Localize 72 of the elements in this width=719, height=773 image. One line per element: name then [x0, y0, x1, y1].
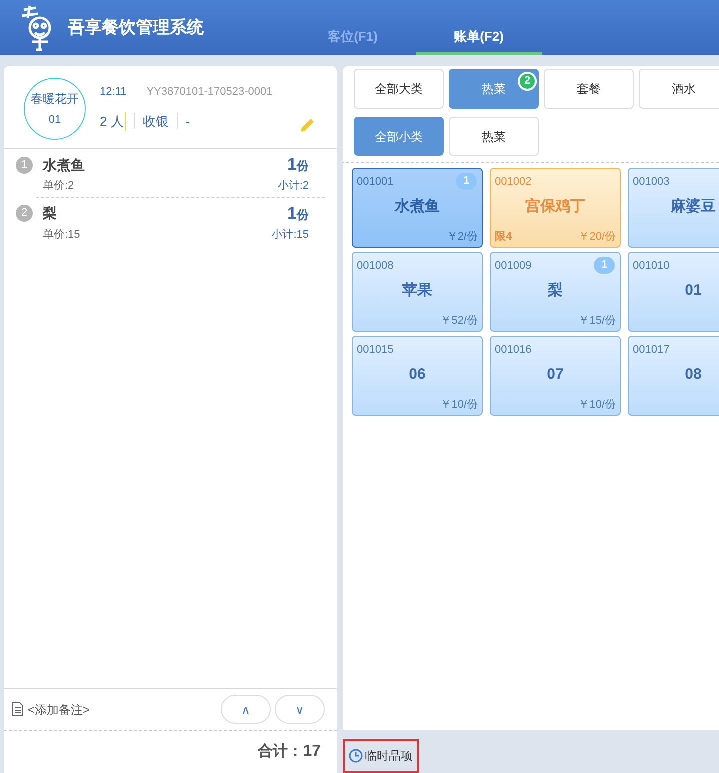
dish-code: 001009: [495, 259, 532, 274]
dish-code: 001010: [633, 259, 670, 274]
temporary-item-button[interactable]: 临时品项: [343, 739, 419, 773]
item-quantity: 1份: [288, 202, 309, 224]
dish-tile[interactable]: 001008 苹果 ￥52/份: [352, 252, 483, 332]
clock-icon: [349, 749, 363, 763]
dish-tile[interactable]: 001015 06 ￥10/份: [352, 336, 483, 416]
item-subtotal: 小计:2: [278, 179, 309, 194]
dish-tile[interactable]: 001009 梨 ￥15/份 1: [490, 252, 621, 332]
count-badge: 1: [456, 173, 477, 190]
category-button[interactable]: 全部大类: [354, 69, 444, 109]
dish-price: ￥10/份: [578, 398, 616, 412]
subcategory-button[interactable]: 全部小类: [354, 117, 444, 156]
dish-code: 001017: [633, 343, 670, 358]
dish-name: 梨: [548, 280, 563, 300]
dish-name: 苹果: [402, 280, 432, 300]
item-name: 梨: [43, 204, 57, 223]
unit-price: 单价:2: [43, 179, 74, 194]
dish-code: 001016: [495, 343, 532, 358]
dish-tile[interactable]: 001001 水煮鱼 ￥2/份 1: [352, 168, 483, 248]
item-quantity: 1份: [288, 154, 309, 176]
bill-number: YY3870101-170523-0001: [146, 84, 273, 100]
count-badge: 1: [594, 257, 615, 274]
limit-label: 限4: [495, 230, 512, 244]
item-name: 水煮鱼: [43, 156, 85, 174]
dish-price: ￥10/份: [440, 398, 478, 412]
document-icon: [12, 702, 24, 717]
dish-tile[interactable]: 001016 07 ￥10/份: [490, 336, 621, 416]
order-time: 12:11: [100, 84, 127, 100]
extra-field: -: [186, 112, 190, 131]
category-button[interactable]: 套餐: [544, 69, 634, 109]
dish-price: ￥52/份: [440, 314, 478, 328]
category-button[interactable]: 酒水: [639, 69, 719, 109]
dish-name: 06: [409, 364, 426, 384]
dish-name: 08: [685, 364, 702, 384]
dish-code: 001001: [357, 175, 394, 190]
dish-name: 宫保鸡丁: [526, 196, 586, 216]
dish-code: 001008: [357, 259, 394, 274]
table-name: 春暖花开: [31, 90, 79, 108]
dish-tile[interactable]: 001017 08: [628, 336, 719, 416]
app-title: 吾享餐饮管理系统: [68, 16, 204, 39]
dish-name: 水煮鱼: [395, 196, 440, 216]
dish-price: ￥15/份: [578, 314, 616, 328]
dish-code: 001015: [357, 343, 394, 358]
table-number: 01: [48, 112, 62, 128]
edit-icon[interactable]: [299, 116, 317, 134]
dish-code: 001002: [495, 175, 532, 190]
dish-tile[interactable]: 001010 01: [628, 252, 719, 332]
dish-tile[interactable]: 001003 麻婆豆: [628, 168, 719, 248]
dish-name: 07: [547, 364, 564, 384]
dish-name: 麻婆豆: [671, 196, 716, 216]
dish-price: ￥2/份: [446, 230, 478, 244]
nav-tab[interactable]: 客位(F1): [290, 21, 416, 55]
dish-name: 01: [685, 280, 702, 300]
unit-price: 单价:15: [43, 228, 80, 242]
cashier-label: 收银: [142, 112, 169, 130]
nav-tab[interactable]: 账单(F2): [416, 21, 542, 55]
item-subtotal: 小计:15: [272, 228, 309, 242]
scroll-down-button[interactable]: ∨: [275, 695, 325, 724]
subcategory-button[interactable]: 热菜: [449, 117, 539, 156]
total-amount: 17: [303, 742, 321, 762]
item-index: 2: [16, 205, 33, 222]
dish-code: 001003: [633, 175, 670, 190]
scroll-up-button[interactable]: ∧: [221, 695, 271, 724]
total-label: 合计：: [258, 742, 304, 762]
add-note-link[interactable]: <添加备注>: [28, 700, 90, 718]
item-index: 1: [16, 156, 33, 174]
category-button[interactable]: 热菜 2: [449, 69, 539, 109]
count-badge: 2: [518, 72, 537, 91]
dish-tile[interactable]: 001002 宫保鸡丁 限4 ￥20/份: [490, 168, 621, 248]
guest-count: 2 人: [100, 112, 126, 131]
dish-price: ￥20/份: [578, 230, 616, 244]
